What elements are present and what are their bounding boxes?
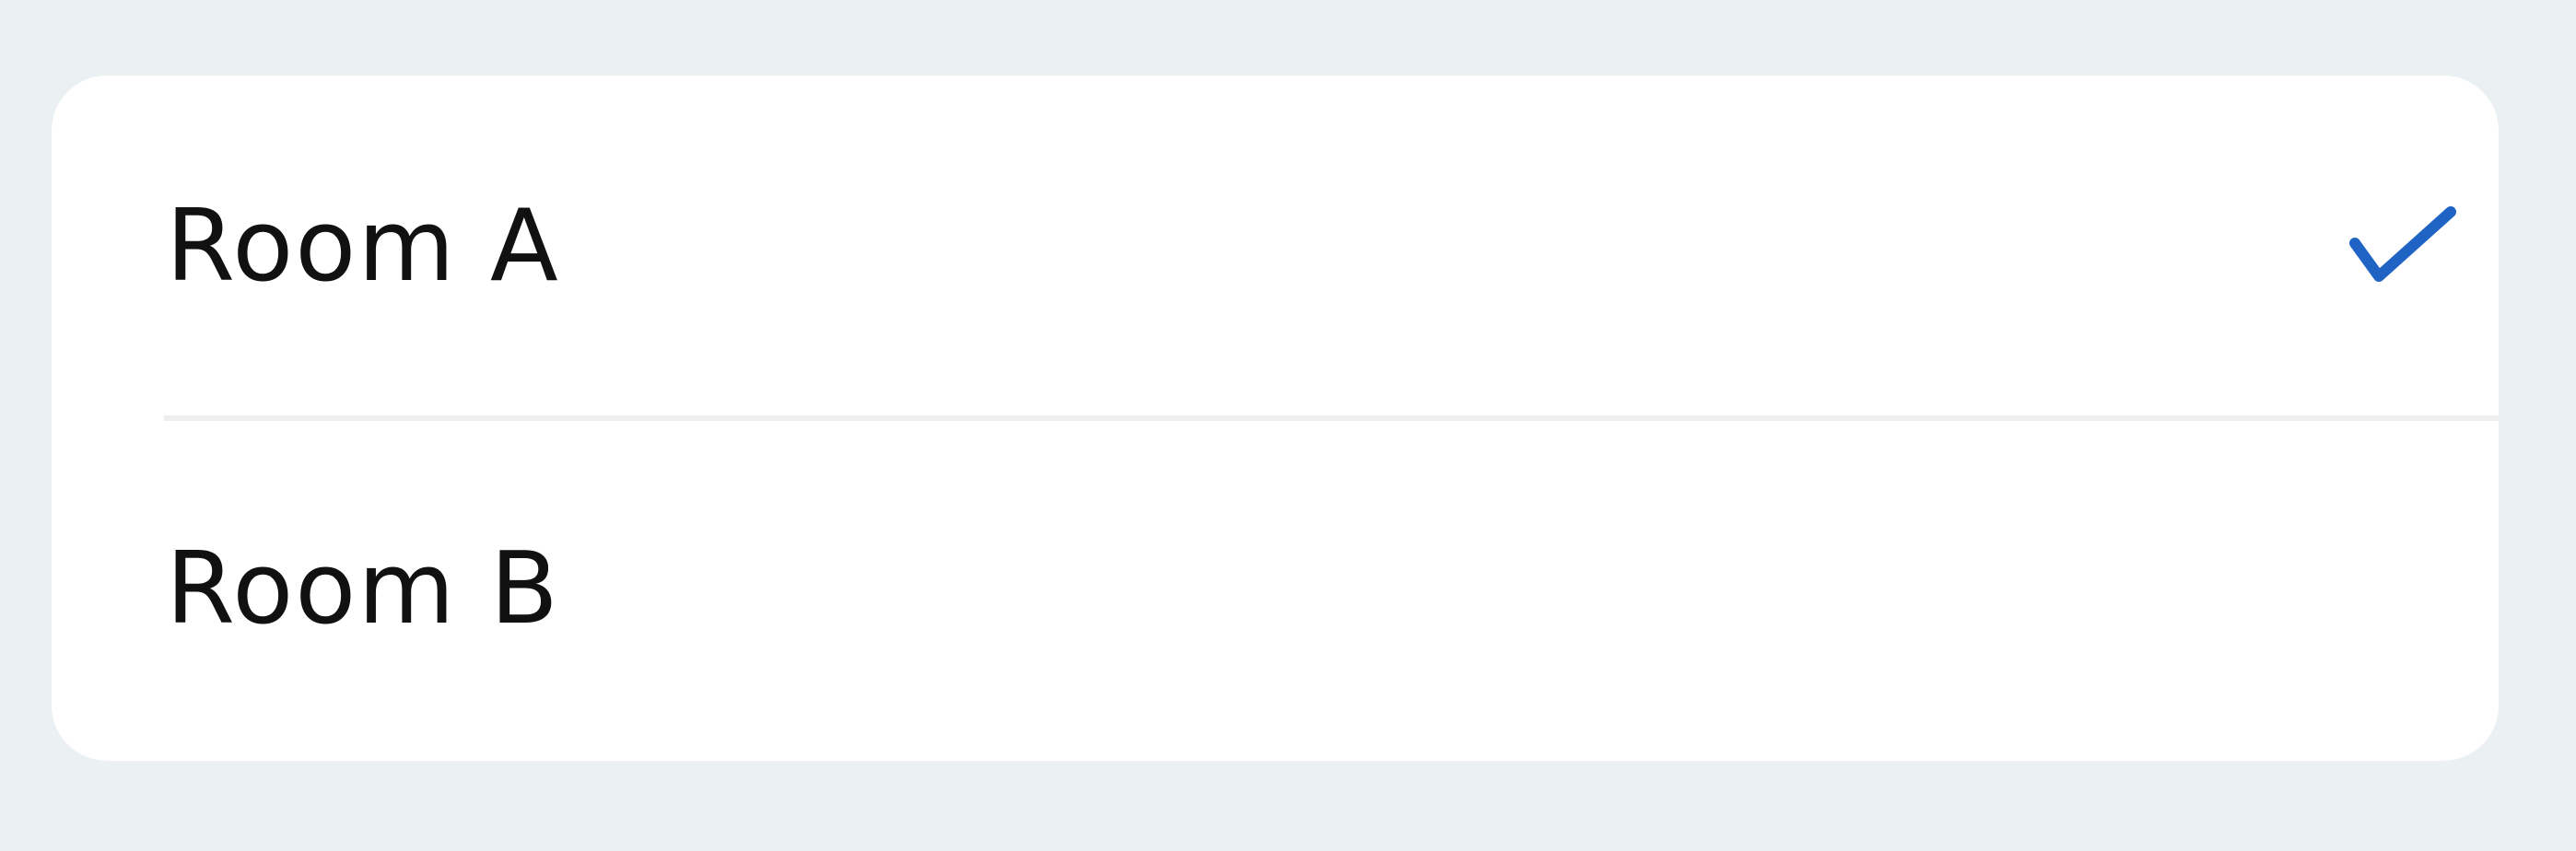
- checkmark-icon: [2349, 206, 2456, 282]
- option-room-b[interactable]: Room B: [52, 418, 2499, 761]
- option-label: Room A: [166, 189, 560, 304]
- option-room-a[interactable]: Room A: [52, 76, 2499, 418]
- option-label: Room B: [166, 531, 560, 647]
- room-selection-list: Room A Room B: [52, 76, 2499, 761]
